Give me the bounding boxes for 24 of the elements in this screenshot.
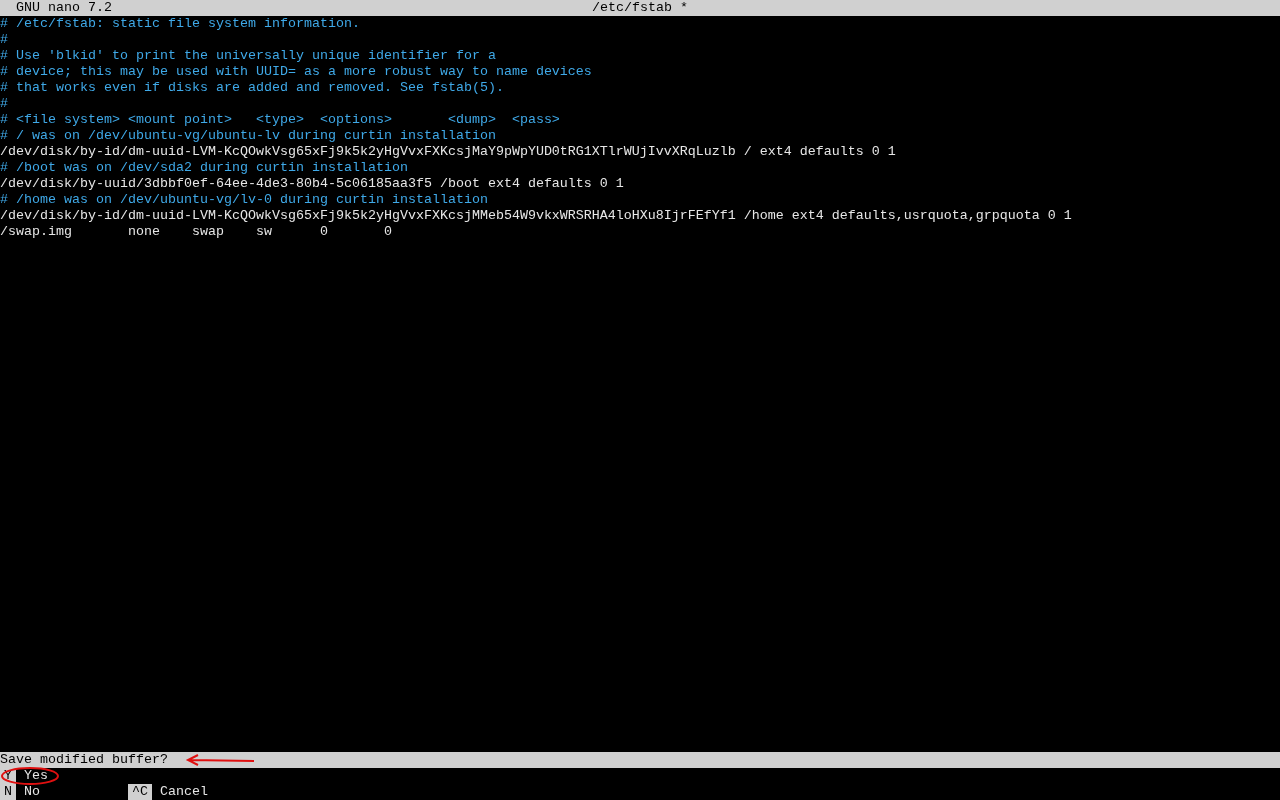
shortcut-key[interactable]: N	[0, 784, 16, 800]
comment-line: # Use 'blkid' to print the universally unique identifier for a	[0, 48, 496, 64]
config-line: /dev/disk/by-id/dm-uuid-LVM-KcQOwkVsg65xFj9k5k2yHgVvxFXKcsjMMeb54W9vkxWRSRHA4loHXu8IjrFEfYf1 /home ext4 defaults,usrquota,grpquota 0 1	[0, 208, 1072, 224]
prompt-bar: Save modified buffer?	[0, 752, 1280, 768]
config-line: /dev/disk/by-uuid/3dbbf0ef-64ee-4de3-80b4-5c06185aa3f5 /boot ext4 defaults 0 1	[0, 176, 624, 192]
comment-line: #	[0, 96, 8, 112]
shortcut-key[interactable]: ^C	[128, 784, 152, 800]
comment-line: # /etc/fstab: static file system information.	[0, 16, 360, 32]
shortcut-label: No	[24, 784, 40, 800]
comment-line: # /home was on /dev/ubuntu-vg/lv-0 during curtin installation	[0, 192, 488, 208]
annotation-arrow	[184, 752, 256, 768]
config-line: /dev/disk/by-id/dm-uuid-LVM-KcQOwkVsg65xFj9k5k2yHgVvxFXKcsjMaY9pWpYUD0tRG1XTlrWUjIvvXRqLuzlb / ext4 defaults 0 1	[0, 144, 896, 160]
comment-line: #	[0, 32, 8, 48]
annotation-circle	[0, 766, 60, 786]
config-line: /swap.img none swap sw 0 0	[0, 224, 392, 240]
comment-line: # that works even if disks are added and removed. See fstab(5).	[0, 80, 504, 96]
shortcut-label: Cancel	[160, 784, 208, 800]
app-version: GNU nano 7.2	[16, 0, 112, 16]
shortcut-label: Yes	[24, 768, 48, 784]
comment-line: # / was on /dev/ubuntu-vg/ubuntu-lv during curtin installation	[0, 128, 496, 144]
comment-line: # /boot was on /dev/sda2 during curtin installation	[0, 160, 408, 176]
comment-line: # device; this may be used with UUID= as a more robust way to name devices	[0, 64, 592, 80]
comment-line: # <file system> <mount point> <type> <options> <dump> <pass>	[0, 112, 560, 128]
file-name: /etc/fstab *	[592, 0, 688, 16]
